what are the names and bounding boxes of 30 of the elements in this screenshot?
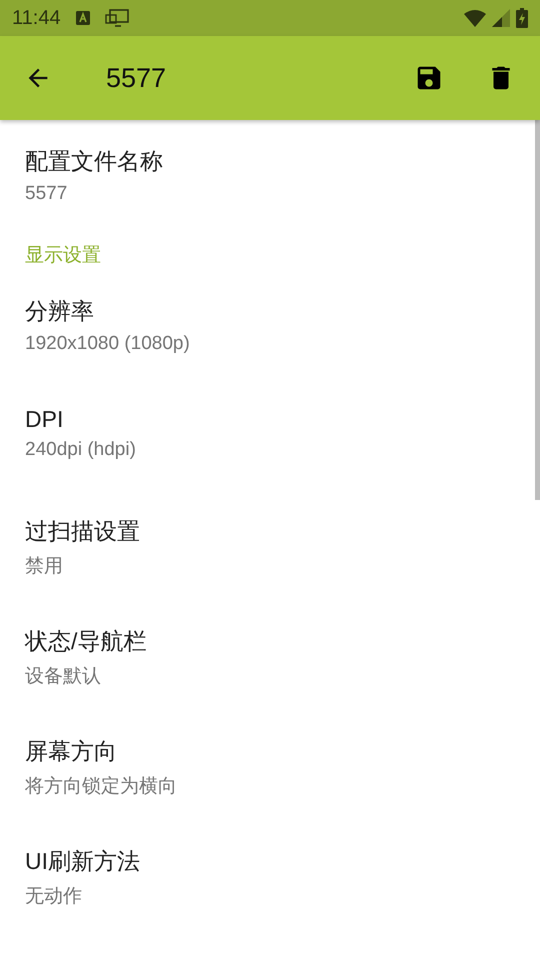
- preference-summary: 禁用: [25, 555, 63, 579]
- preference-item[interactable]: 分辨率 1920x1080 (1080p): [0, 270, 534, 380]
- preference-title: 屏幕方向: [25, 737, 117, 766]
- preference-summary: 将方向锁定为横向: [25, 775, 177, 799]
- battery-icon: [516, 8, 528, 28]
- preference-item[interactable]: DPI 240dpi (hdpi): [0, 380, 534, 490]
- category-header: 显示设置: [25, 244, 101, 268]
- preference-item[interactable]: 屏幕方向 将方向锁定为横向: [0, 710, 534, 820]
- preference-summary: 无动作: [25, 885, 82, 909]
- preference-summary: 5577: [25, 183, 68, 205]
- preference-title: 过扫描设置: [25, 517, 140, 546]
- preference-title: 状态/导航栏: [25, 627, 146, 656]
- preference-summary: 设备默认: [25, 665, 101, 689]
- clock: 11:44: [12, 6, 61, 30]
- preference-summary: 240dpi (hdpi): [25, 439, 136, 461]
- keyboard-icon: [74, 10, 91, 26]
- wifi-icon: [464, 9, 486, 27]
- preference-title: DPI: [25, 406, 64, 433]
- toolbar-title: 5577: [106, 62, 168, 94]
- preference-title: 配置文件名称: [25, 147, 163, 176]
- preference-summary: 1920x1080 (1080p): [25, 333, 190, 355]
- scrollbar[interactable]: [535, 120, 540, 500]
- preference-title: 分辨率: [25, 297, 94, 326]
- signal-icon: [492, 9, 510, 27]
- preference-title: UI刷新方法: [25, 847, 140, 876]
- preference-item[interactable]: UI刷新方法 无动作: [0, 820, 534, 930]
- preference-item[interactable]: 配置文件名称 5577: [0, 120, 534, 230]
- cast-icon: [104, 9, 129, 27]
- preference-item[interactable]: 状态/导航栏 设备默认: [0, 600, 534, 710]
- preference-item[interactable]: 过扫描设置 禁用: [0, 490, 534, 600]
